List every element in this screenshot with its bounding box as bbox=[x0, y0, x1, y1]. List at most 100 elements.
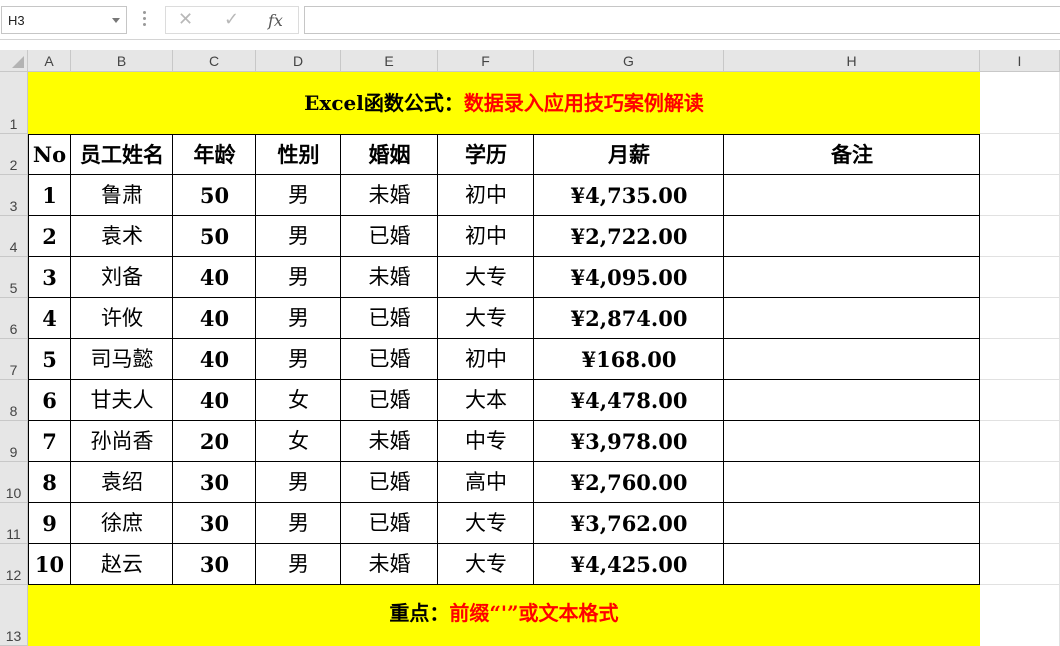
table-cell[interactable]: 已婚 bbox=[341, 298, 438, 339]
table-cell[interactable] bbox=[724, 216, 980, 257]
row-header-4[interactable]: 4 bbox=[0, 216, 28, 257]
cancel-icon[interactable]: ✕ bbox=[178, 10, 193, 30]
table-cell[interactable]: 40 bbox=[173, 380, 256, 421]
table-cell[interactable]: 大本 bbox=[438, 380, 534, 421]
table-cell[interactable]: ¥2,874.00 bbox=[534, 298, 724, 339]
table-cell[interactable]: 男 bbox=[256, 503, 341, 544]
header-cell[interactable]: 备注 bbox=[724, 134, 980, 175]
name-box[interactable]: H3 bbox=[1, 6, 127, 34]
table-cell[interactable]: ¥4,735.00 bbox=[534, 175, 724, 216]
formula-input[interactable] bbox=[304, 6, 1060, 34]
table-cell[interactable]: 男 bbox=[256, 175, 341, 216]
table-cell[interactable]: 已婚 bbox=[341, 380, 438, 421]
table-cell[interactable]: 初中 bbox=[438, 216, 534, 257]
table-cell[interactable]: 男 bbox=[256, 544, 341, 585]
table-cell[interactable]: 袁绍 bbox=[71, 462, 173, 503]
column-header-f[interactable]: F bbox=[438, 50, 534, 72]
table-cell[interactable]: 大专 bbox=[438, 544, 534, 585]
row-header-5[interactable]: 5 bbox=[0, 257, 28, 298]
table-cell[interactable]: 50 bbox=[173, 216, 256, 257]
table-cell[interactable] bbox=[724, 544, 980, 585]
column-header-b[interactable]: B bbox=[71, 50, 173, 72]
table-cell[interactable]: 已婚 bbox=[341, 462, 438, 503]
table-cell[interactable]: 许攸 bbox=[71, 298, 173, 339]
header-cell[interactable]: No bbox=[28, 134, 71, 175]
note-banner[interactable]: 重点：前缀“'”或文本格式 bbox=[28, 585, 980, 646]
table-cell[interactable]: 已婚 bbox=[341, 503, 438, 544]
table-cell[interactable]: 袁术 bbox=[71, 216, 173, 257]
column-header-e[interactable]: E bbox=[341, 50, 438, 72]
row-header-10[interactable]: 10 bbox=[0, 462, 28, 503]
table-cell[interactable]: 50 bbox=[173, 175, 256, 216]
table-cell[interactable]: 4 bbox=[28, 298, 71, 339]
table-cell[interactable]: 未婚 bbox=[341, 257, 438, 298]
table-cell[interactable]: 未婚 bbox=[341, 175, 438, 216]
table-cell[interactable]: ¥3,762.00 bbox=[534, 503, 724, 544]
table-cell[interactable]: 女 bbox=[256, 421, 341, 462]
table-cell[interactable]: ¥4,425.00 bbox=[534, 544, 724, 585]
table-cell[interactable]: ¥4,095.00 bbox=[534, 257, 724, 298]
table-cell[interactable]: ¥2,760.00 bbox=[534, 462, 724, 503]
table-cell[interactable]: 女 bbox=[256, 380, 341, 421]
table-cell[interactable]: 鲁肃 bbox=[71, 175, 173, 216]
table-cell[interactable]: 30 bbox=[173, 462, 256, 503]
title-banner[interactable]: Excel函数公式：数据录入应用技巧案例解读 bbox=[28, 72, 980, 134]
row-header-3[interactable]: 3 bbox=[0, 175, 28, 216]
table-cell[interactable]: 未婚 bbox=[341, 544, 438, 585]
header-cell[interactable]: 性别 bbox=[256, 134, 341, 175]
header-cell[interactable]: 月薪 bbox=[534, 134, 724, 175]
header-cell[interactable]: 年龄 bbox=[173, 134, 256, 175]
row-header-6[interactable]: 6 bbox=[0, 298, 28, 339]
table-cell[interactable]: 1 bbox=[28, 175, 71, 216]
table-cell[interactable]: 30 bbox=[173, 544, 256, 585]
table-cell[interactable]: 已婚 bbox=[341, 216, 438, 257]
table-cell[interactable]: 10 bbox=[28, 544, 71, 585]
row-header-11[interactable]: 11 bbox=[0, 503, 28, 544]
table-cell[interactable]: 中专 bbox=[438, 421, 534, 462]
table-cell[interactable]: 男 bbox=[256, 216, 341, 257]
table-cell[interactable]: ¥4,478.00 bbox=[534, 380, 724, 421]
table-cell[interactable]: 男 bbox=[256, 298, 341, 339]
table-cell[interactable]: 30 bbox=[173, 503, 256, 544]
table-cell[interactable] bbox=[724, 298, 980, 339]
table-cell[interactable] bbox=[724, 462, 980, 503]
row-header-9[interactable]: 9 bbox=[0, 421, 28, 462]
table-cell[interactable]: 男 bbox=[256, 462, 341, 503]
table-cell[interactable]: 40 bbox=[173, 339, 256, 380]
table-cell[interactable]: 8 bbox=[28, 462, 71, 503]
table-cell[interactable]: 40 bbox=[173, 257, 256, 298]
row-header-13[interactable]: 13 bbox=[0, 585, 28, 646]
column-header-i[interactable]: I bbox=[980, 50, 1060, 72]
table-cell[interactable]: ¥3,978.00 bbox=[534, 421, 724, 462]
table-cell[interactable]: 6 bbox=[28, 380, 71, 421]
table-cell[interactable]: 刘备 bbox=[71, 257, 173, 298]
table-cell[interactable]: 孙尚香 bbox=[71, 421, 173, 462]
table-cell[interactable]: 未婚 bbox=[341, 421, 438, 462]
row-header-2[interactable]: 2 bbox=[0, 134, 28, 175]
table-cell[interactable]: 9 bbox=[28, 503, 71, 544]
column-header-a[interactable]: A bbox=[28, 50, 71, 72]
column-header-g[interactable]: G bbox=[534, 50, 724, 72]
table-cell[interactable]: 赵云 bbox=[71, 544, 173, 585]
table-cell[interactable]: 大专 bbox=[438, 298, 534, 339]
table-cell[interactable]: ¥2,722.00 bbox=[534, 216, 724, 257]
table-cell[interactable] bbox=[724, 175, 980, 216]
table-cell[interactable] bbox=[724, 503, 980, 544]
table-cell[interactable]: 3 bbox=[28, 257, 71, 298]
row-header-1[interactable]: 1 bbox=[0, 72, 28, 134]
table-cell[interactable]: 司马懿 bbox=[71, 339, 173, 380]
row-header-7[interactable]: 7 bbox=[0, 339, 28, 380]
table-cell[interactable]: 男 bbox=[256, 257, 341, 298]
table-cell[interactable]: 高中 bbox=[438, 462, 534, 503]
table-cell[interactable]: 20 bbox=[173, 421, 256, 462]
table-cell[interactable] bbox=[724, 339, 980, 380]
row-header-12[interactable]: 12 bbox=[0, 544, 28, 585]
header-cell[interactable]: 员工姓名 bbox=[71, 134, 173, 175]
table-cell[interactable]: 大专 bbox=[438, 503, 534, 544]
table-cell[interactable]: 甘夫人 bbox=[71, 380, 173, 421]
table-cell[interactable]: 2 bbox=[28, 216, 71, 257]
header-cell[interactable]: 婚姻 bbox=[341, 134, 438, 175]
table-cell[interactable] bbox=[724, 421, 980, 462]
table-cell[interactable]: 初中 bbox=[438, 175, 534, 216]
table-cell[interactable]: 男 bbox=[256, 339, 341, 380]
